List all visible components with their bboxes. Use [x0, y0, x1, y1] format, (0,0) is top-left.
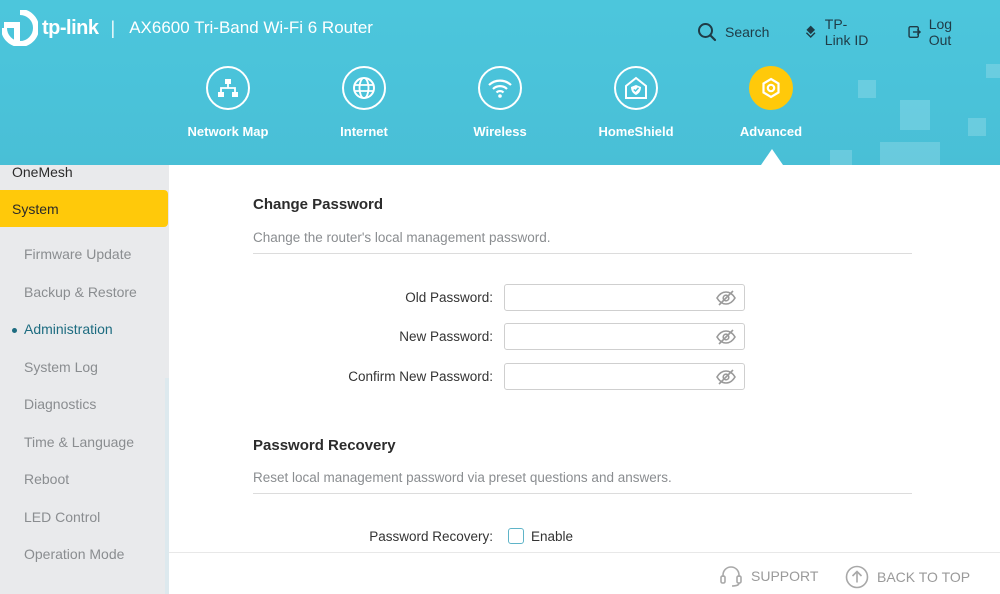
sidebar-item-label: System Log — [24, 358, 98, 375]
change-password-description: Change the router's local management pas… — [253, 230, 551, 245]
tp-link-logo-icon — [2, 10, 38, 46]
new-password-input[interactable] — [513, 324, 713, 349]
nav-advanced[interactable]: Advanced — [711, 66, 831, 139]
confirm-password-label: Confirm New Password: — [348, 369, 493, 384]
logout-icon — [908, 25, 921, 39]
globe-icon — [342, 66, 386, 110]
nav-label: HomeShield — [598, 124, 674, 139]
sidebar-item-administration[interactable]: Administration — [0, 310, 169, 348]
password-recovery-description: Reset local management password via pres… — [253, 470, 672, 485]
sidebar-item-label: Administration — [24, 321, 113, 337]
sidebar-item-label: Diagnostics — [24, 396, 97, 412]
brand: tp-link | AX6600 Tri-Band Wi-Fi 6 Router — [0, 10, 373, 46]
sidebar-item-firmware-update[interactable]: Firmware Update — [0, 235, 169, 273]
sidebar-item-led-control[interactable]: LED Control — [0, 498, 169, 536]
logout-link[interactable]: Log Out — [908, 16, 964, 48]
gear-icon — [749, 66, 793, 110]
search-link[interactable]: Search — [697, 22, 769, 42]
nav-label: Internet — [340, 124, 388, 139]
active-nav-pointer — [761, 149, 783, 165]
sidebar-item-label: Firmware Update — [24, 246, 132, 262]
headset-icon — [720, 566, 742, 587]
sidebar-item-label: Operation Mode — [24, 546, 125, 562]
sidebar-item-diagnostics[interactable]: Diagnostics — [0, 385, 169, 423]
search-label: Search — [725, 24, 770, 40]
support-label: SUPPORT — [751, 568, 819, 584]
old-password-input[interactable] — [513, 285, 713, 310]
sidebar-item-backup-restore[interactable]: Backup & Restore — [0, 273, 169, 311]
sidebar-section-system[interactable]: System — [0, 190, 168, 227]
eye-slash-icon[interactable] — [716, 328, 736, 351]
password-recovery-label: Password Recovery: — [369, 529, 493, 544]
eye-slash-icon[interactable] — [716, 289, 736, 312]
tplink-id-icon — [806, 25, 816, 39]
top-links: Search TP-Link ID Log Out — [697, 16, 1000, 48]
divider — [253, 493, 912, 494]
main-panel: Change Password Change the router's loca… — [169, 165, 1000, 552]
divider — [253, 253, 912, 254]
password-recovery-title: Password Recovery — [253, 437, 396, 454]
tplink-id-link[interactable]: TP-Link ID — [805, 16, 872, 48]
logout-label: Log Out — [928, 16, 953, 48]
sidebar-item-onemesh[interactable]: OneMesh — [12, 164, 73, 180]
nav-wireless[interactable]: Wireless — [440, 66, 560, 139]
support-link[interactable]: SUPPORT — [719, 565, 818, 587]
network-map-icon — [206, 66, 250, 110]
sidebar-item-reboot[interactable]: Reboot — [0, 460, 169, 498]
confirm-password-input[interactable] — [513, 364, 713, 389]
home-shield-icon — [614, 66, 658, 110]
main-nav: Network Map Internet Wireless HomeShield… — [0, 66, 1000, 156]
old-password-label: Old Password: — [405, 290, 493, 305]
enable-label[interactable]: Enable — [531, 529, 573, 544]
password-recovery-checkbox[interactable] — [508, 528, 524, 544]
brand-separator: | — [110, 17, 116, 38]
new-password-label: New Password: — [399, 329, 493, 344]
sidebar-item-label: Backup & Restore — [24, 283, 137, 300]
old-password-field — [504, 284, 745, 311]
tplink-id-label: TP-Link ID — [824, 16, 869, 48]
router-model: AX6600 Tri-Band Wi-Fi 6 Router — [129, 18, 373, 37]
search-icon — [698, 23, 717, 42]
eye-slash-icon[interactable] — [716, 368, 736, 391]
sidebar-item-label: Reboot — [24, 471, 70, 487]
sidebar-item-time-language[interactable]: Time & Language — [0, 423, 169, 461]
active-dot — [12, 328, 17, 333]
brand-name: tp-link — [42, 16, 99, 39]
sidebar-item-operation-mode[interactable]: Operation Mode — [0, 535, 169, 573]
new-password-field — [504, 323, 745, 350]
sidebar-item-label: Time & Language — [24, 433, 134, 450]
sidebar-item-label: LED Control — [24, 508, 101, 525]
nav-label: Advanced — [739, 124, 803, 139]
header: tp-link | AX6600 Tri-Band Wi-Fi 6 Router… — [0, 0, 1000, 165]
change-password-title: Change Password — [253, 196, 384, 213]
sidebar-submenu: Firmware Update Backup & Restore Adminis… — [0, 235, 169, 573]
nav-label: Network Map — [187, 124, 269, 139]
wifi-icon — [478, 66, 522, 110]
nav-internet[interactable]: Internet — [304, 66, 424, 139]
arrow-up-circle-icon — [845, 565, 869, 589]
sidebar-item-system-log[interactable]: System Log — [0, 348, 169, 386]
nav-homeshield[interactable]: HomeShield — [576, 66, 696, 139]
nav-network-map[interactable]: Network Map — [168, 66, 288, 139]
nav-label: Wireless — [473, 124, 527, 139]
footer: SUPPORT BACK TO TOP — [169, 552, 1000, 594]
back-to-top-link[interactable]: BACK TO TOP — [845, 565, 970, 589]
confirm-password-field — [504, 363, 745, 390]
back-to-top-label: BACK TO TOP — [877, 569, 971, 585]
